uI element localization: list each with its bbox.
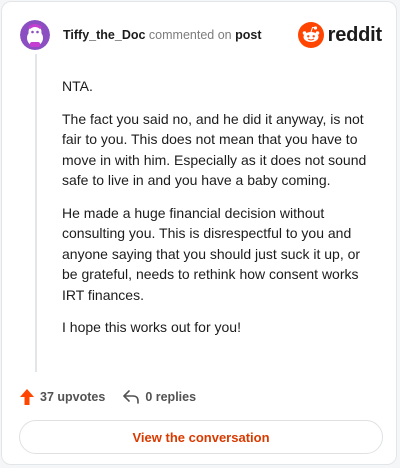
username-link[interactable]: Tiffy_the_Doc xyxy=(63,28,145,42)
comment-paragraph: NTA. xyxy=(62,78,93,94)
comment-card: Tiffy_the_Doc commented on post reddit N… xyxy=(1,1,397,465)
reply-count: 0 replies xyxy=(145,390,197,404)
comment-paragraph: I hope this works out for you! xyxy=(62,319,241,335)
comment-paragraph: The fact you said no, and he did it anyw… xyxy=(62,110,367,189)
upvote-count: 37 upvotes xyxy=(40,390,106,404)
post-link[interactable]: post xyxy=(235,28,261,42)
action-text: commented on xyxy=(148,28,232,42)
reddit-wordmark: reddit xyxy=(327,23,383,46)
upvote-button[interactable]: 37 upvotes xyxy=(20,389,105,405)
reddit-brand[interactable]: reddit xyxy=(297,22,383,48)
thread-line xyxy=(35,54,37,372)
comment-body: NTA. The fact you said no, and he did it… xyxy=(62,76,378,350)
reddit-snoo-icon xyxy=(297,22,324,48)
comment-meta: Tiffy_the_Doc commented on post xyxy=(63,28,261,42)
reply-arrow-icon xyxy=(123,390,140,404)
reply-button[interactable]: 0 replies xyxy=(123,390,196,404)
view-conversation-button[interactable]: View the conversation xyxy=(19,420,383,454)
comment-paragraph: He made a huge financial decision withou… xyxy=(62,204,361,303)
comment-actions: 37 upvotes 0 replies xyxy=(20,386,196,408)
comment-header: Tiffy_the_Doc commented on post reddit xyxy=(20,18,382,52)
user-avatar[interactable] xyxy=(20,20,50,50)
upvote-arrow-icon xyxy=(20,389,34,405)
